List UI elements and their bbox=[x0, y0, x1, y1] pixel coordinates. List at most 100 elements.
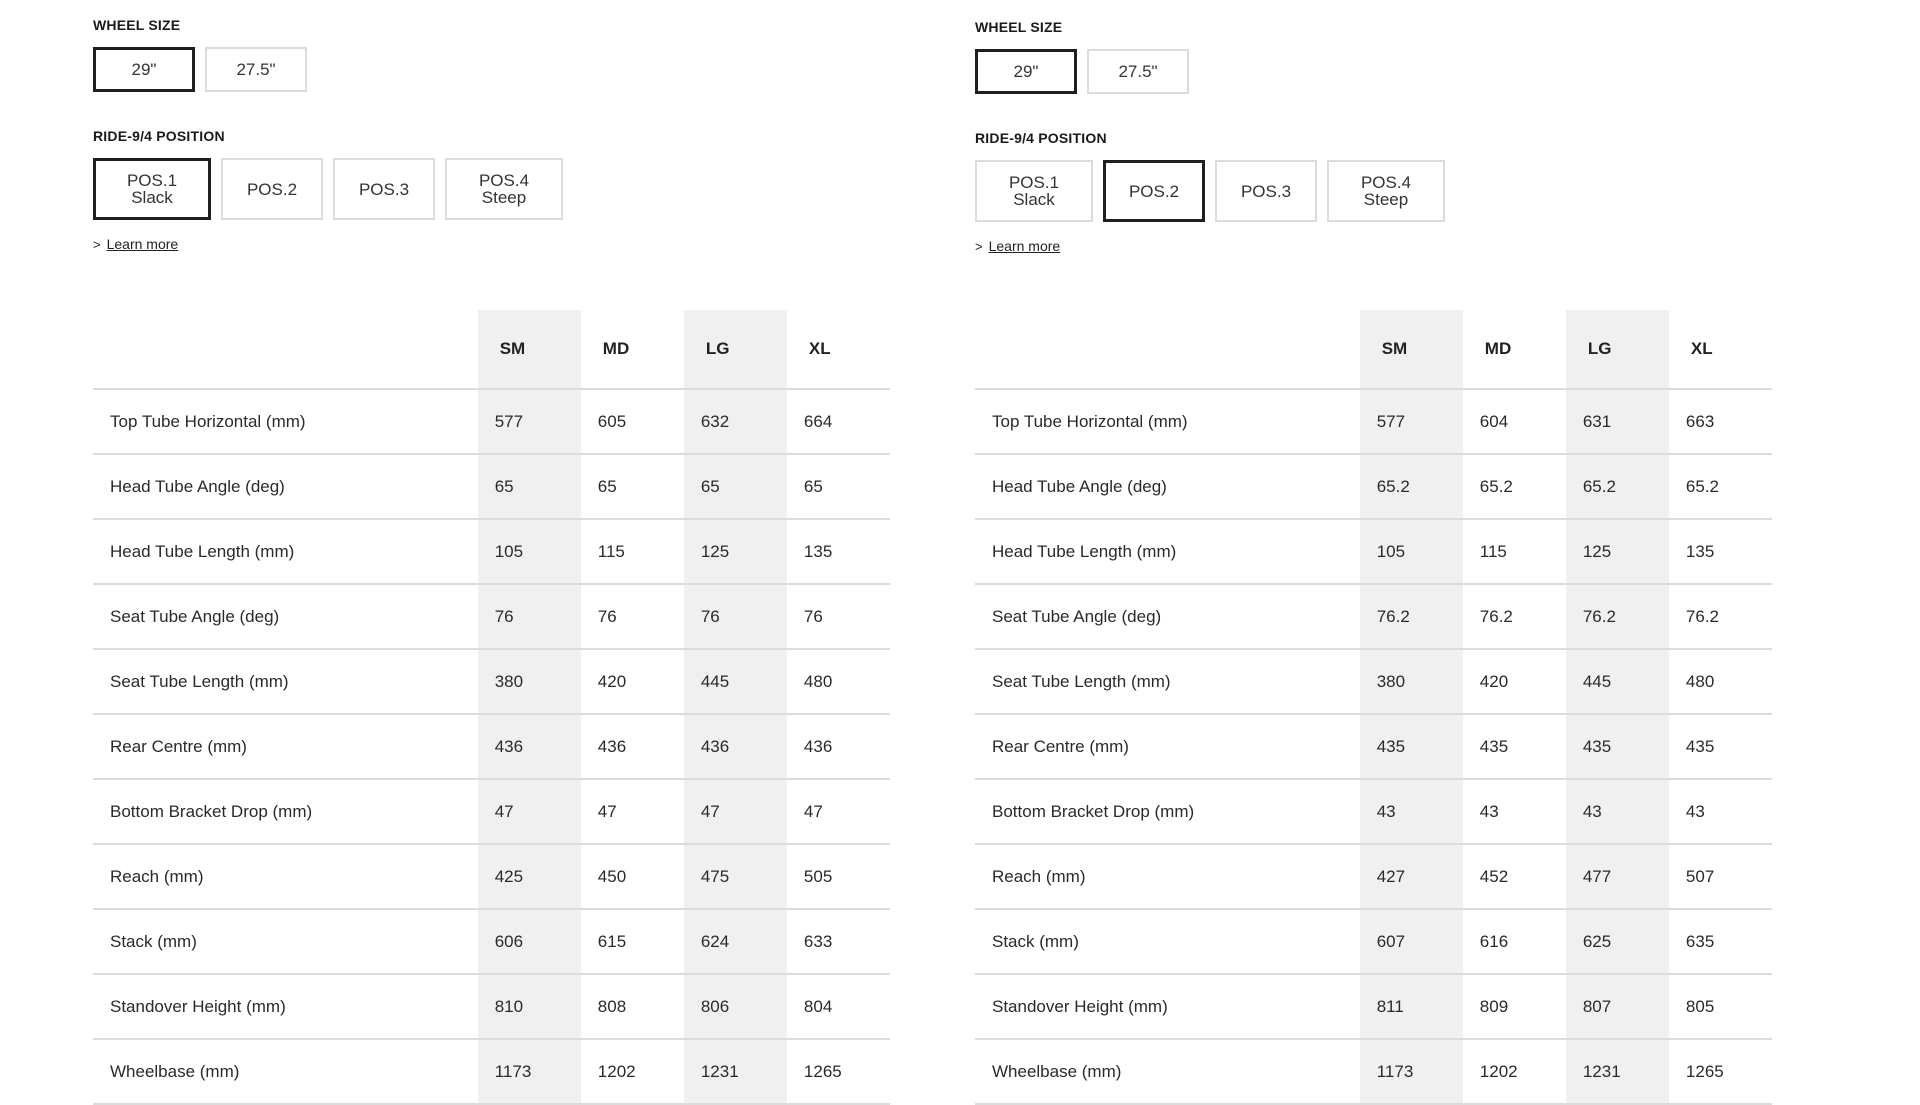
wheel-size-button-29[interactable]: 29" bbox=[93, 47, 195, 92]
wheel-size-options: 29" 27.5" bbox=[975, 49, 1189, 94]
row-label: Stack (mm) bbox=[93, 908, 478, 974]
cell-md: 435 bbox=[1462, 713, 1566, 779]
cell-lg: 624 bbox=[683, 908, 787, 974]
row-label: Standover Height (mm) bbox=[93, 973, 478, 1039]
selector-block: WHEEL SIZE 29" 27.5" RIDE-9/4 POSITION POS.1… bbox=[93, 0, 903, 260]
cell-xl: 635 bbox=[1668, 908, 1772, 974]
table-row: Top Tube Horizontal (mm) 577 605 632 664 bbox=[93, 389, 890, 454]
position-button-title: POS.4 bbox=[478, 171, 530, 190]
table-row: Head Tube Length (mm) 105 115 125 135 bbox=[975, 518, 1772, 584]
cell-sm: 436 bbox=[477, 713, 581, 779]
cell-sm: 380 bbox=[1359, 648, 1463, 714]
cell-md: 809 bbox=[1462, 973, 1566, 1039]
cell-sm: 607 bbox=[1359, 908, 1463, 974]
cell-md: 47 bbox=[580, 778, 684, 844]
cell-md: 76 bbox=[580, 583, 684, 649]
cell-md: 1202 bbox=[1462, 1038, 1566, 1105]
column-header-xl: XL bbox=[1668, 310, 1772, 390]
cell-md: 65.2 bbox=[1462, 453, 1566, 519]
cell-xl: 65.2 bbox=[1668, 453, 1772, 519]
cell-md: 115 bbox=[1462, 518, 1566, 584]
position-button-2[interactable]: POS.2 bbox=[1103, 160, 1205, 222]
cell-md: 115 bbox=[580, 518, 684, 584]
position-button-4[interactable]: POS.4 Steep bbox=[1327, 160, 1445, 222]
position-options: POS.1 Slack POS.2 POS.3 POS.4 Steep bbox=[93, 158, 563, 220]
row-label: Rear Centre (mm) bbox=[93, 713, 478, 779]
cell-lg: 43 bbox=[1565, 778, 1669, 844]
row-label: Head Tube Angle (deg) bbox=[975, 453, 1360, 519]
cell-xl: 633 bbox=[786, 908, 890, 974]
position-label: RIDE-9/4 POSITION bbox=[975, 130, 1107, 146]
cell-lg: 76.2 bbox=[1565, 583, 1669, 649]
geometry-table: SM MD LG XL Top Tube Horizontal (mm) 577 605 63… bbox=[93, 310, 890, 1105]
wheel-size-button-27-5[interactable]: 27.5" bbox=[1087, 49, 1189, 94]
position-button-title: POS.3 bbox=[1240, 181, 1292, 201]
cell-lg: 445 bbox=[683, 648, 787, 714]
position-button-subtitle: Slack bbox=[131, 188, 173, 207]
wheel-size-label: WHEEL SIZE bbox=[975, 19, 1063, 35]
cell-sm: 425 bbox=[477, 843, 581, 909]
column-header-md: MD bbox=[580, 310, 684, 390]
row-label: Reach (mm) bbox=[975, 843, 1360, 909]
selector-block: WHEEL SIZE 29" 27.5" RIDE-9/4 POSITION POS.1… bbox=[975, 2, 1785, 262]
column-header-lg: LG bbox=[683, 310, 787, 390]
learn-more: > Learn more bbox=[93, 236, 178, 252]
position-label: RIDE-9/4 POSITION bbox=[93, 128, 225, 144]
table-row: Reach (mm) 425 450 475 505 bbox=[93, 843, 890, 909]
table-row: Wheelbase (mm) 1173 1202 1231 1265 bbox=[975, 1038, 1772, 1105]
position-button-1[interactable]: POS.1 Slack bbox=[93, 158, 211, 220]
cell-sm: 577 bbox=[1359, 389, 1463, 454]
geometry-table: SM MD LG XL Top Tube Horizontal (mm) 577 604 63… bbox=[975, 310, 1772, 1105]
column-header-sm: SM bbox=[1359, 310, 1463, 390]
position-button-4[interactable]: POS.4 Steep bbox=[445, 158, 563, 220]
cell-xl: 47 bbox=[786, 778, 890, 844]
cell-xl: 135 bbox=[1668, 518, 1772, 584]
cell-lg: 625 bbox=[1565, 908, 1669, 974]
table-row: Standover Height (mm) 810 808 806 804 bbox=[93, 973, 890, 1039]
learn-more-link[interactable]: Learn more bbox=[107, 236, 179, 252]
position-button-subtitle: Steep bbox=[481, 188, 527, 207]
cell-xl: 480 bbox=[786, 648, 890, 714]
table-row: Head Tube Angle (deg) 65 65 65 65 bbox=[93, 453, 890, 519]
table-row: Rear Centre (mm) 435 435 435 435 bbox=[975, 713, 1772, 779]
cell-sm: 43 bbox=[1359, 778, 1463, 844]
cell-xl: 663 bbox=[1685, 411, 1715, 431]
cell-md: 436 bbox=[580, 713, 684, 779]
learn-more-link[interactable]: Learn more bbox=[989, 238, 1061, 254]
position-options: POS.1 Slack POS.2 POS.3 POS.4 Steep bbox=[975, 160, 1445, 222]
cell-lg: 125 bbox=[683, 518, 787, 584]
cell-sm: 577 bbox=[477, 389, 581, 454]
cell-lg: 445 bbox=[1565, 648, 1669, 714]
cell-sm: 606 bbox=[477, 908, 581, 974]
cell-sm: 427 bbox=[1359, 843, 1463, 909]
row-label: Seat Tube Angle (deg) bbox=[93, 583, 478, 649]
table-row: Top Tube Horizontal (mm) 577 604 631 663 bbox=[975, 389, 1772, 454]
row-label: Standover Height (mm) bbox=[975, 973, 1360, 1039]
row-label: Stack (mm) bbox=[975, 908, 1360, 974]
wheel-size-button-27-5[interactable]: 27.5" bbox=[205, 47, 307, 92]
position-button-3[interactable]: POS.3 bbox=[333, 158, 435, 220]
cell-xl: 43 bbox=[1668, 778, 1772, 844]
cell-xl: 505 bbox=[786, 843, 890, 909]
column-header-sm: SM bbox=[477, 310, 581, 390]
cell-lg: 436 bbox=[683, 713, 787, 779]
cell-md: 615 bbox=[580, 908, 684, 974]
position-button-3[interactable]: POS.3 bbox=[1215, 160, 1317, 222]
position-button-1[interactable]: POS.1 Slack bbox=[975, 160, 1093, 222]
cell-sm: 105 bbox=[1359, 518, 1463, 584]
geometry-panel-pos1: WHEEL SIZE 29" 27.5" RIDE-9/4 POSITION POS.1… bbox=[93, 0, 903, 1105]
cell-lg: 65 bbox=[683, 453, 787, 519]
table-row: Seat Tube Length (mm) 380 420 445 480 bbox=[975, 648, 1772, 714]
table-body: Top Tube Horizontal (mm) 577 605 632 664 Head… bbox=[93, 389, 890, 1105]
cell-xl: 65 bbox=[786, 453, 890, 519]
wheel-size-options: 29" 27.5" bbox=[93, 47, 307, 92]
wheel-size-button-29[interactable]: 29" bbox=[975, 49, 1077, 94]
position-button-title: POS.2 bbox=[246, 179, 298, 199]
cell-lg: 76 bbox=[683, 583, 787, 649]
position-button-2[interactable]: POS.2 bbox=[221, 158, 323, 220]
cell-sm: 105 bbox=[477, 518, 581, 584]
cell-lg: 65.2 bbox=[1565, 453, 1669, 519]
cell-sm: 76.2 bbox=[1359, 583, 1463, 649]
column-header-md: MD bbox=[1462, 310, 1566, 390]
row-label: Reach (mm) bbox=[93, 843, 478, 909]
